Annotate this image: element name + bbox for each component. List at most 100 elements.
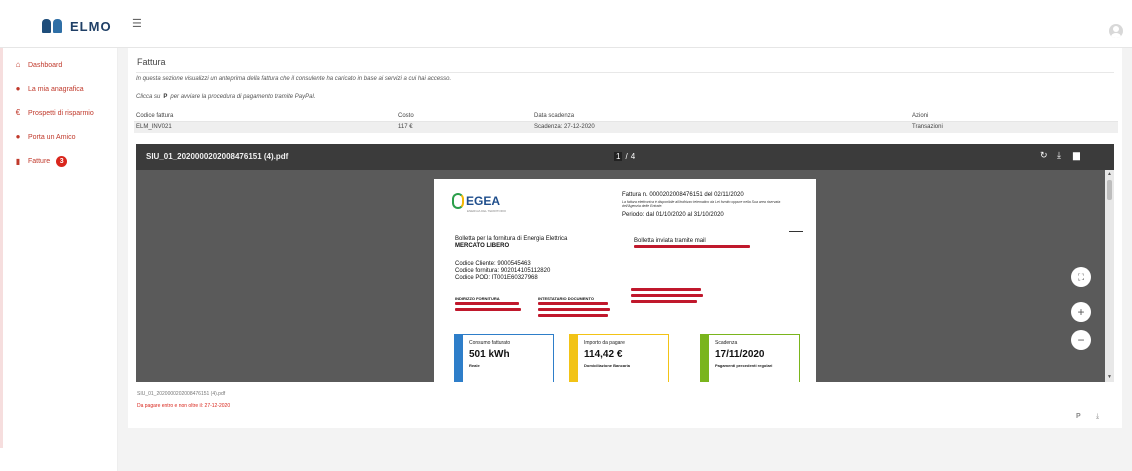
- holder-label: INTESTATARIO DOCUMENTO: [538, 296, 594, 301]
- supplier-name: EGEA: [466, 194, 501, 208]
- invoice-card: Fattura In questa sezione visualizzi un …: [128, 48, 1122, 428]
- sidebar-item-fatture[interactable]: ▮ Fatture 3: [14, 156, 68, 167]
- app-root: ELMO ☰ ⌂ Dashboard ● La mia anagrafica €…: [0, 0, 1132, 471]
- print-icon[interactable]: ▆: [1073, 150, 1080, 161]
- zoom-out-button[interactable]: −: [1071, 330, 1091, 350]
- redaction-mark: [538, 302, 608, 305]
- attachment-filename[interactable]: SIU_01_2020000202008476151 (4).pdf: [137, 391, 225, 397]
- scrollbar-thumb[interactable]: [1107, 180, 1112, 200]
- current-page-input[interactable]: 1: [614, 152, 623, 161]
- redaction-mark: [538, 308, 610, 311]
- invoice-cost: 117 €: [398, 124, 413, 130]
- invoice-note: La fattura elettronica è disponibile all…: [622, 200, 781, 208]
- scroll-down-icon[interactable]: ▼: [1107, 374, 1112, 380]
- brand-name: ELMO: [70, 18, 112, 34]
- column-header: Azioni: [912, 113, 929, 119]
- invoice-period: Periodo: dal 01/10/2020 al 31/10/2020: [622, 212, 724, 218]
- column-header: Data scadenza: [534, 113, 575, 119]
- due-date-box: Scadenza 17/11/2020 Pagamenti precedenti…: [700, 334, 800, 382]
- pdf-page: EGEA ENERGIA DEL TERRITORIO Fattura n. 0…: [434, 179, 816, 382]
- sidebar-item-porta-amico[interactable]: ● Porta un Amico: [14, 132, 76, 141]
- intro-text: In questa sezione visualizzi un anteprim…: [136, 76, 452, 82]
- table-header: Codice fattura Costo Data scadenza Azion…: [134, 111, 1118, 122]
- pdf-scrollbar[interactable]: ▲ ▼: [1105, 170, 1114, 382]
- supply-address-label: INDIRIZZO FORNITURA: [455, 296, 500, 301]
- sidebar-item-dashboard[interactable]: ⌂ Dashboard: [14, 60, 63, 69]
- column-header: Costo: [398, 113, 414, 119]
- invoice-due-date: Scadenza: 27-12-2020: [534, 124, 595, 130]
- sidebar-item-label: La mia anagrafica: [28, 85, 84, 93]
- rotate-icon[interactable]: ↻: [1040, 150, 1048, 161]
- box-note: Reale: [469, 363, 480, 368]
- supply-line: Bolletta per la fornitura di Energia Ele…: [455, 236, 568, 242]
- paypal-prefix: Clicca su: [136, 94, 161, 100]
- invoice-table: Codice fattura Costo Data scadenza Azion…: [134, 111, 1118, 133]
- supply-code: Codice fornitura: 902014105112820: [455, 268, 551, 274]
- divider: [136, 72, 1114, 73]
- supplier-tagline: ENERGIA DEL TERRITORIO: [467, 209, 507, 213]
- sidebar-item-anagrafica[interactable]: ● La mia anagrafica: [14, 85, 84, 93]
- paypal-suffix: per avviare la procedura di pagamento tr…: [170, 94, 316, 100]
- redaction-mark: [631, 294, 703, 297]
- hamburger-icon[interactable]: ☰: [132, 19, 142, 30]
- pdf-toolbar: SIU_01_2020000202008476151 (4).pdf 1 / 4…: [136, 144, 1114, 170]
- transactions-link[interactable]: Transazioni: [912, 124, 943, 130]
- sidebar-item-label: Porta un Amico: [28, 133, 76, 141]
- page-indicator: 1 / 4: [614, 152, 635, 161]
- box-note: Pagamenti precedenti regolari: [715, 363, 773, 368]
- egea-logo: EGEA: [452, 193, 500, 209]
- box-note: Domiciliazione Bancaria: [584, 363, 631, 368]
- sidebar-accent-edge: [0, 48, 3, 448]
- page-separator: /: [625, 152, 628, 161]
- box-value: 501 kWh: [469, 349, 510, 360]
- pdf-viewer: SIU_01_2020000202008476151 (4).pdf 1 / 4…: [136, 144, 1114, 382]
- redaction-mark: [634, 245, 750, 248]
- egea-drop-icon: [452, 193, 464, 209]
- column-header: Codice fattura: [136, 113, 174, 119]
- client-code: Codice Cliente: 9000545463: [455, 261, 531, 267]
- page-total: 4: [630, 152, 636, 161]
- notification-badge: 3: [56, 156, 68, 167]
- box-label: Consumo fatturato: [469, 340, 511, 346]
- delivery-method: Bolletta inviata tramite mail: [634, 238, 706, 244]
- redaction-mark: [631, 300, 697, 303]
- sidebar-item-label: Prospetti di risparmio: [28, 109, 94, 117]
- home-icon: ⌂: [15, 60, 21, 69]
- redaction-mark: [455, 302, 519, 305]
- sidebar: ⌂ Dashboard ● La mia anagrafica € Prospe…: [0, 48, 118, 471]
- users-icon: ●: [15, 132, 21, 141]
- box-accent: [455, 335, 463, 382]
- page-title: Fattura: [137, 57, 166, 67]
- top-bar: ELMO ☰: [0, 0, 1132, 48]
- pdf-filename: SIU_01_2020000202008476151 (4).pdf: [146, 152, 289, 161]
- invoice-number: Fattura n. 0000202008476151 del 02/11/20…: [622, 192, 744, 198]
- pod-code: Codice POD: IT001E60327968: [455, 275, 538, 281]
- box-value: 17/11/2020: [715, 349, 765, 360]
- download-icon[interactable]: ⤓: [1096, 413, 1099, 421]
- elmo-logo-icon: [42, 18, 64, 34]
- paypal-instructions: Clicca su P per avviare la procedura di …: [136, 94, 315, 100]
- box-value: 114,42 €: [584, 349, 623, 360]
- invoice-icon: ▮: [15, 156, 21, 166]
- box-label: Scadenza: [715, 340, 738, 346]
- fit-page-icon[interactable]: ⛶: [1071, 267, 1091, 287]
- zoom-in-button[interactable]: +: [1071, 302, 1091, 322]
- box-accent: [570, 335, 578, 382]
- box-label: Importo da pagare: [584, 340, 625, 346]
- table-row[interactable]: ELM_INV021 117 € Scadenza: 27-12-2020 Tr…: [134, 122, 1118, 133]
- market-type: MERCATO LIBERO: [455, 243, 510, 249]
- brand-logo[interactable]: ELMO: [42, 16, 112, 36]
- person-icon: ●: [15, 84, 21, 93]
- user-avatar-icon[interactable]: [1109, 24, 1123, 38]
- invoice-code: ELM_INV021: [136, 124, 172, 130]
- amount-due-box: Importo da pagare 114,42 € Domiciliazion…: [569, 334, 669, 382]
- redaction-mark: [538, 314, 608, 317]
- download-icon[interactable]: ⤓: [1057, 150, 1061, 161]
- sidebar-item-label: Fatture: [28, 158, 51, 165]
- consumption-box: Consumo fatturato 501 kWh Reale: [454, 334, 554, 382]
- scroll-up-icon[interactable]: ▲: [1107, 171, 1112, 177]
- sidebar-item-label: Dashboard: [28, 61, 63, 69]
- sidebar-item-prospetti[interactable]: € Prospetti di risparmio: [14, 109, 94, 117]
- paypal-pay-icon[interactable]: P: [1076, 413, 1081, 420]
- euro-icon: €: [15, 108, 21, 117]
